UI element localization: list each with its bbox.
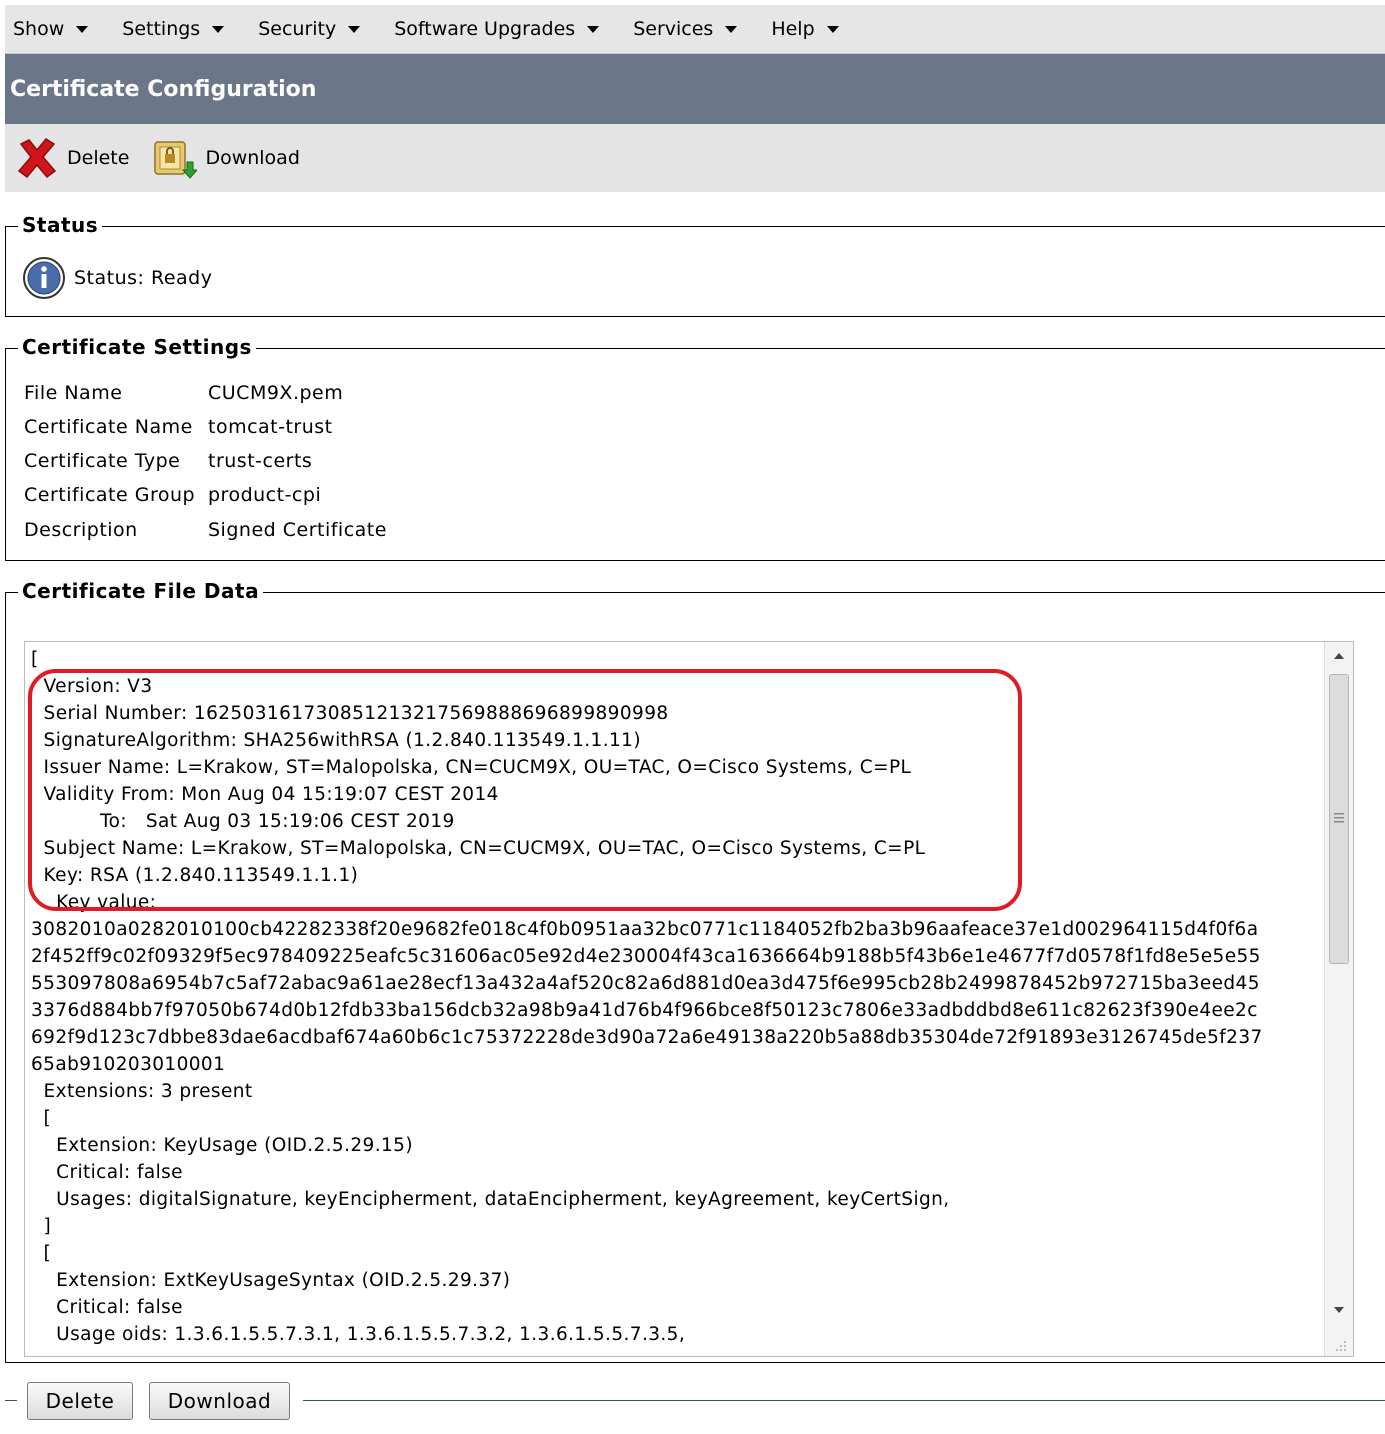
menu-show[interactable]: Show — [13, 18, 89, 40]
info-icon — [23, 257, 65, 299]
file-name-value: CUCM9X.pem — [208, 382, 344, 404]
certificate-settings-legend: Certificate Settings — [18, 335, 256, 359]
menu-label: Software Upgrades — [394, 18, 576, 40]
certificate-settings-section: Certificate Settings File Name CUCM9X.pe… — [5, 335, 1385, 561]
scroll-up-arrow-icon[interactable] — [1333, 652, 1345, 660]
download-certificate-icon — [154, 141, 198, 179]
menu-security[interactable]: Security — [258, 18, 361, 40]
menu-label: Show — [13, 18, 65, 40]
dropdown-arrow-icon — [587, 25, 600, 33]
delete-x-icon — [17, 138, 57, 179]
grip-icon — [1334, 813, 1344, 823]
red-highlight-box — [28, 669, 1022, 911]
vertical-scrollbar[interactable] — [1324, 642, 1353, 1356]
bottom-divider-left — [5, 1400, 17, 1401]
menu-settings[interactable]: Settings — [122, 18, 225, 40]
menu-label: Help — [771, 18, 815, 40]
toolbar: Delete Download — [5, 124, 1385, 192]
certificate-file-data-legend: Certificate File Data — [18, 579, 264, 603]
description-label: Description — [24, 519, 138, 541]
menu-software-upgrades[interactable]: Software Upgrades — [394, 18, 600, 40]
certificate-type-label: Certificate Type — [24, 450, 181, 472]
certificate-name-label: Certificate Name — [24, 416, 193, 438]
status-section: Status Status: Ready — [5, 213, 1385, 317]
certificate-name-value: tomcat-trust — [208, 416, 333, 438]
toolbar-download-button[interactable]: Download — [151, 136, 300, 180]
certificate-file-data-section: Certificate File Data [ Version: V3 Seri… — [5, 579, 1385, 1363]
menu-label: Security — [258, 18, 337, 40]
download-button[interactable]: Download — [149, 1382, 290, 1420]
status-legend: Status — [18, 213, 103, 237]
dropdown-arrow-icon — [725, 25, 738, 33]
file-name-label: File Name — [24, 382, 123, 404]
menu-bar: Show Settings Security Software Upgrades… — [5, 5, 1385, 54]
menu-help[interactable]: Help — [771, 18, 839, 40]
dropdown-arrow-icon — [348, 25, 361, 33]
page-title-bar: Certificate Configuration — [5, 54, 1385, 124]
certificate-group-label: Certificate Group — [24, 484, 196, 506]
scroll-thumb[interactable] — [1329, 674, 1349, 964]
dropdown-arrow-icon — [76, 25, 89, 33]
certificate-group-value: product-cpi — [208, 484, 322, 506]
description-value: Signed Certificate — [208, 519, 387, 541]
resize-grip-icon[interactable] — [1335, 1340, 1347, 1352]
toolbar-download-label: Download — [205, 147, 300, 169]
certificate-file-textarea[interactable]: [ Version: V3 Serial Number: 16250316173… — [24, 641, 1354, 1357]
menu-label: Services — [633, 18, 714, 40]
toolbar-delete-button[interactable]: Delete — [15, 136, 129, 180]
bottom-divider-right — [303, 1400, 1385, 1401]
delete-button[interactable]: Delete — [27, 1382, 133, 1420]
dropdown-arrow-icon — [826, 25, 839, 33]
menu-services[interactable]: Services — [633, 18, 738, 40]
toolbar-delete-label: Delete — [67, 147, 130, 169]
dropdown-arrow-icon — [212, 25, 225, 33]
page-title: Certificate Configuration — [10, 76, 317, 102]
status-text: Status: Ready — [74, 267, 213, 289]
menu-label: Settings — [122, 18, 201, 40]
scroll-down-arrow-icon[interactable] — [1333, 1306, 1345, 1314]
certificate-type-value: trust-certs — [208, 450, 313, 472]
